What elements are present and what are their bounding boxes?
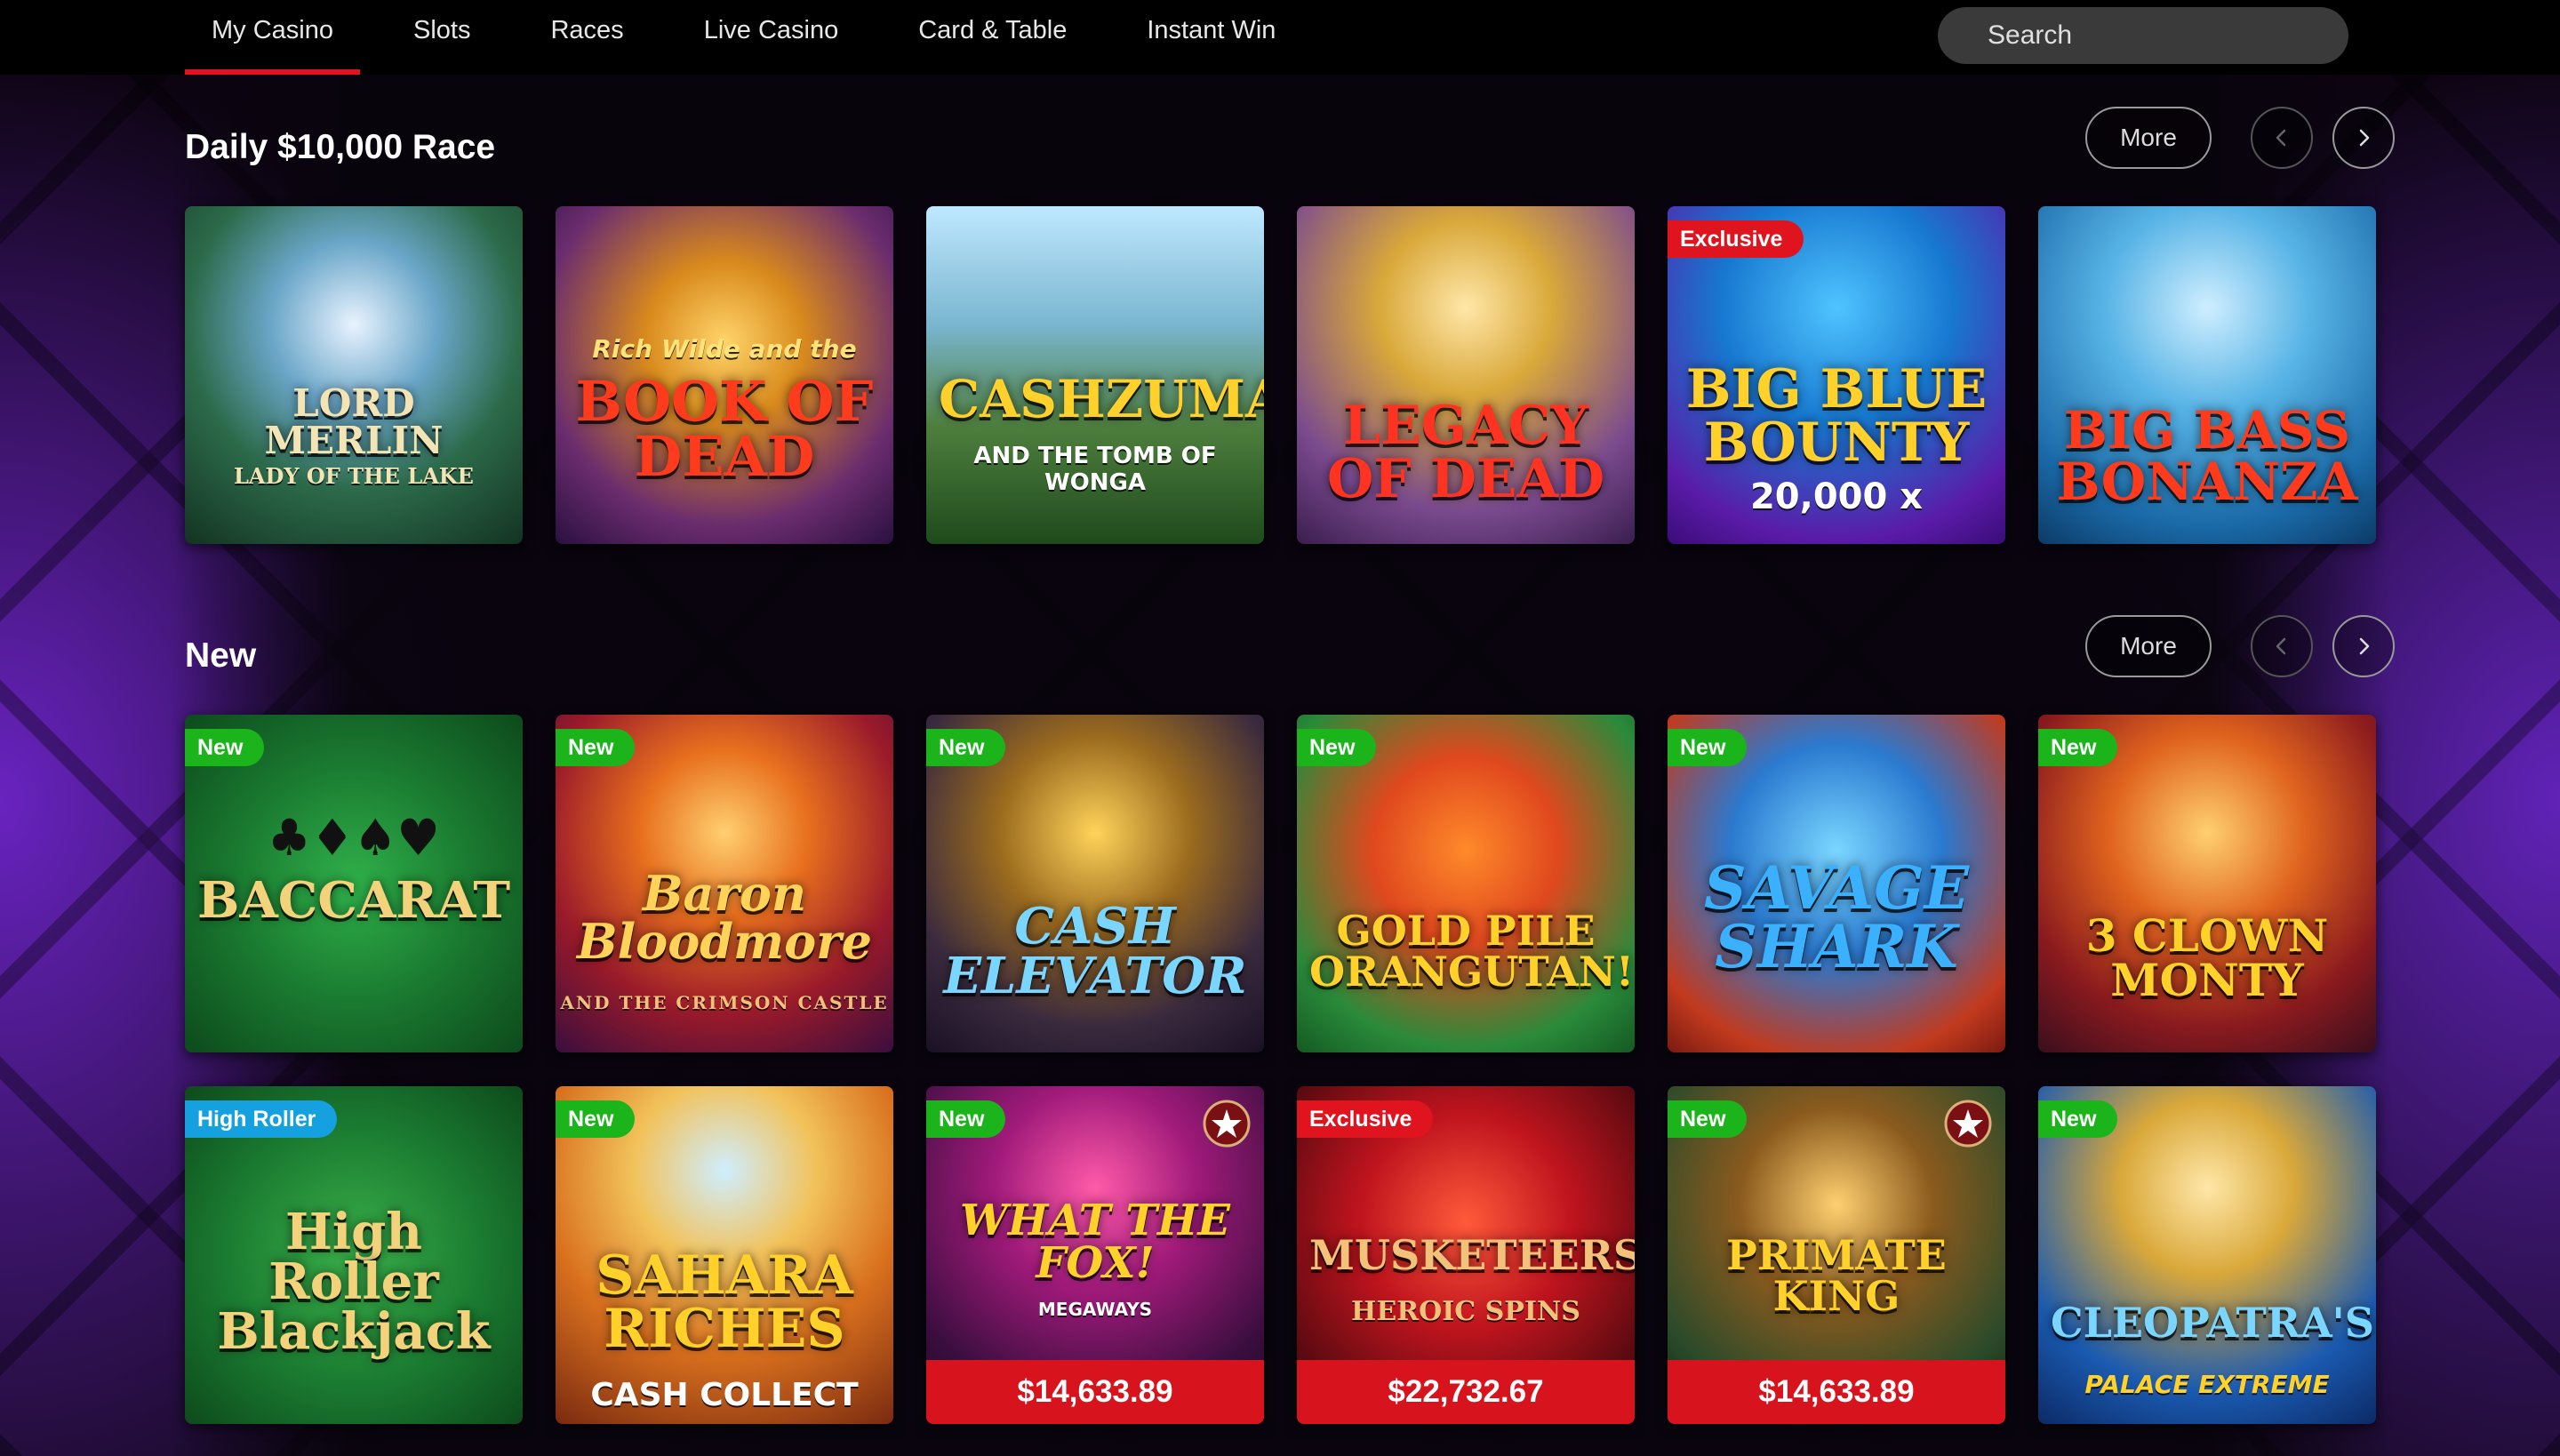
game-tile-baron-bloodmore[interactable]: New Baron Bloodmore AND THE CRIMSON CAST… — [556, 715, 893, 1052]
game-title: BIG BLUE BOUNTY — [1685, 357, 1988, 474]
game-tile-baccarat[interactable]: New ♣♦♠♥ BACCARAT — [185, 715, 523, 1052]
game-title: Baron Bloodmore — [577, 865, 872, 970]
badge-new: New — [556, 1100, 636, 1138]
nav-tab-live-casino[interactable]: Live Casino — [677, 0, 866, 75]
category-nav: My Casino Slots Races Live Casino Card &… — [185, 0, 1329, 75]
badge-new: New — [2038, 729, 2118, 766]
badge-high-roller: High Roller — [185, 1100, 338, 1138]
game-title: GOLD PILE ORANGUTAN! — [1309, 907, 1635, 996]
game-row-new-2: High Roller High Roller Blackjack New SA… — [185, 1086, 2376, 1424]
badge-new: New — [1668, 1100, 1748, 1138]
section-controls-new: More — [2085, 615, 2395, 677]
nav-tab-instant-win[interactable]: Instant Win — [1120, 0, 1302, 75]
game-tile-primate-king[interactable]: New PRIMATE KING $14,633.89 — [1668, 1086, 2005, 1424]
game-title: PRIMATE KING — [1726, 1230, 1947, 1320]
game-subtitle: AND THE TOMB OF WONGA — [973, 443, 1217, 496]
game-title: BIG BASS BONANZA — [2056, 400, 2358, 513]
badge-new: New — [926, 1100, 1006, 1138]
game-subtitle: AND THE CRIMSON CASTLE — [560, 991, 889, 1013]
game-tile-book-of-dead[interactable]: Rich Wilde and the BOOK OF DEAD — [556, 206, 893, 544]
game-title: WHAT THE FOX! — [960, 1195, 1230, 1288]
game-subtitle: HEROIC SPINS — [1351, 1295, 1580, 1327]
jackpot-amount: $14,633.89 — [926, 1360, 1264, 1424]
badge-new: New — [185, 729, 265, 766]
game-tile-legacy-of-dead[interactable]: LEGACY OF DEAD — [1297, 206, 1635, 544]
top-navigation-bar: My Casino Slots Races Live Casino Card &… — [0, 0, 2560, 75]
prev-arrow-button[interactable] — [2251, 615, 2313, 677]
nav-tab-races[interactable]: Races — [524, 0, 650, 75]
chevron-left-icon — [2276, 637, 2286, 655]
game-tile-cleopatras-palace[interactable]: New CLEOPATRA'S PALACE EXTREME — [2038, 1086, 2376, 1424]
badge-exclusive: Exclusive — [1668, 220, 1804, 258]
search-box[interactable] — [1938, 7, 2348, 64]
game-tile-cash-elevator[interactable]: New CASH ELEVATOR — [926, 715, 1264, 1052]
game-subtitle: ♣♦♠♥ — [268, 809, 440, 866]
badge-new: New — [1668, 729, 1748, 766]
game-tile-big-bass-bonanza[interactable]: BIG BASS BONANZA — [2038, 206, 2376, 544]
game-title: LORD MERLIN — [264, 381, 444, 463]
game-tile-what-the-fox[interactable]: New WHAT THE FOX! MEGAWAYS $14,633.89 — [926, 1086, 1264, 1424]
game-title: BACCARAT — [197, 871, 510, 930]
game-art — [185, 206, 523, 544]
jackpot-star-icon — [1203, 1100, 1251, 1148]
game-tile-gold-pile-orangutan[interactable]: New GOLD PILE ORANGUTAN! — [1297, 715, 1635, 1052]
game-tile-savage-shark[interactable]: New SAVAGE SHARK — [1668, 715, 2005, 1052]
game-title: High Roller Blackjack — [217, 1203, 491, 1362]
game-subtitle: 20,000 x — [1749, 476, 1924, 517]
nav-tab-my-casino[interactable]: My Casino — [185, 0, 360, 75]
nav-tab-slots[interactable]: Slots — [387, 0, 497, 75]
search-input[interactable] — [1988, 20, 2331, 51]
next-arrow-button[interactable] — [2332, 615, 2395, 677]
badge-new: New — [926, 729, 1006, 766]
game-tile-3-clown-monty[interactable]: New 3 CLOWN MONTY — [2038, 715, 2376, 1052]
game-row-daily-race: LORD MERLIN LADY OF THE LAKE Rich Wilde … — [185, 206, 2376, 544]
prev-arrow-button[interactable] — [2251, 107, 2313, 169]
chevron-right-icon — [2359, 637, 2370, 655]
game-title: 3 CLOWN MONTY — [2085, 908, 2329, 1006]
badge-new: New — [1297, 729, 1377, 766]
chevron-left-icon — [2276, 129, 2286, 147]
game-tile-musketeers[interactable]: Exclusive MUSKETEERS HEROIC SPINS $22,73… — [1297, 1086, 1635, 1424]
game-subtitle: MEGAWAYS — [1037, 1299, 1153, 1321]
game-subtitle: Rich Wilde and the — [592, 334, 857, 364]
game-title: CASHZUMA — [939, 368, 1264, 429]
game-title: LEGACY OF DEAD — [1326, 395, 1605, 511]
game-subtitle: PALACE EXTREME — [2084, 1370, 2330, 1400]
game-tile-lord-merlin[interactable]: LORD MERLIN LADY OF THE LAKE — [185, 206, 523, 544]
more-button[interactable]: More — [2085, 615, 2212, 677]
jackpot-star-icon — [1944, 1100, 1992, 1148]
game-subtitle: CASH COLLECT — [590, 1376, 859, 1413]
badge-new: New — [2038, 1100, 2118, 1138]
game-tile-big-blue-bounty[interactable]: Exclusive BIG BLUE BOUNTY 20,000 x — [1668, 206, 2005, 544]
jackpot-amount: $22,732.67 — [1297, 1360, 1635, 1424]
chevron-right-icon — [2359, 129, 2370, 147]
next-arrow-button[interactable] — [2332, 107, 2395, 169]
game-tile-sahara-riches[interactable]: New SAHARA RICHES CASH COLLECT — [556, 1086, 893, 1424]
game-title: CLEOPATRA'S — [2051, 1299, 2374, 1347]
game-tile-cashzuma[interactable]: CASHZUMA AND THE TOMB OF WONGA — [926, 206, 1264, 544]
game-title: BOOK OF DEAD — [575, 368, 874, 489]
badge-exclusive: Exclusive — [1297, 1100, 1434, 1138]
section-title-daily-race: Daily $10,000 Race — [185, 128, 496, 166]
game-title: SAHARA RICHES — [596, 1244, 853, 1361]
game-tile-high-roller-blackjack[interactable]: High Roller High Roller Blackjack — [185, 1086, 523, 1424]
game-title: CASH ELEVATOR — [943, 897, 1247, 1005]
section-controls-daily-race: More — [2085, 107, 2395, 169]
jackpot-amount: $14,633.89 — [1668, 1360, 2005, 1424]
badge-new: New — [556, 729, 636, 766]
section-title-new: New — [185, 636, 257, 675]
game-title: MUSKETEERS — [1309, 1231, 1635, 1279]
game-subtitle: LADY OF THE LAKE — [234, 462, 474, 489]
nav-tab-card-table[interactable]: Card & Table — [892, 0, 1093, 75]
more-button[interactable]: More — [2085, 107, 2212, 169]
game-title: SAVAGE SHARK — [1703, 853, 1970, 981]
game-row-new-1: New ♣♦♠♥ BACCARAT New Baron Bloodmore AN… — [185, 715, 2376, 1052]
